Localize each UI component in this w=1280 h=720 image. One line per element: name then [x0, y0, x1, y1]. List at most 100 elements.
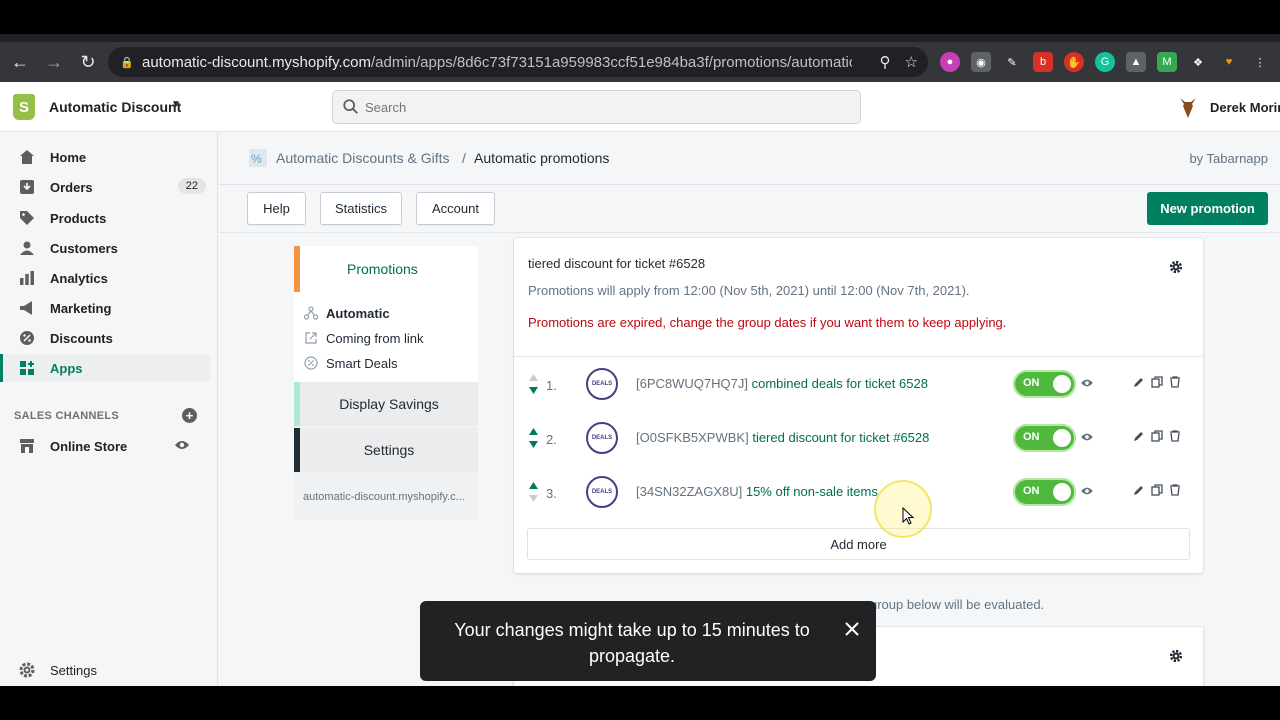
user-name[interactable]: Derek Morin	[1210, 100, 1280, 115]
breadcrumb-app-link[interactable]: Automatic Discounts & Gifts	[276, 150, 450, 166]
active-toggle[interactable]: ON	[1013, 370, 1076, 398]
sidebar-item-customers[interactable]: Customers	[0, 234, 210, 262]
search-input[interactable]	[365, 91, 845, 123]
sidebar-item-apps[interactable]: Apps	[0, 354, 210, 382]
shield-extension-icon[interactable]: ▲	[1126, 52, 1146, 72]
apps-icon	[18, 359, 36, 377]
preview-eye-icon[interactable]	[1080, 378, 1094, 388]
mouse-cursor-icon	[902, 507, 914, 525]
bookmark-star-icon[interactable]: ☆	[905, 53, 918, 71]
tab-settings[interactable]: Settings	[294, 428, 478, 472]
extensions-bar: ● ◉ ✎ b ✋ G ▲ M ❖ ♥ ⋮	[940, 52, 1270, 72]
forward-icon[interactable]: →	[40, 48, 68, 76]
b-extension-icon[interactable]: b	[1033, 52, 1053, 72]
sidebar-item-products[interactable]: Products	[0, 204, 210, 232]
search-box[interactable]	[332, 90, 861, 124]
sidebar-item-label: Discounts	[50, 330, 113, 346]
reload-icon[interactable]: ↻	[74, 48, 102, 76]
duplicate-icon[interactable]	[1151, 484, 1163, 496]
edit-pencil-icon[interactable]	[1133, 376, 1145, 388]
pen-extension-icon[interactable]: ✎	[1002, 52, 1022, 72]
sidebar-item-online-store[interactable]: Online Store	[0, 432, 210, 460]
automatic-icon	[304, 306, 318, 320]
sidebar-item-home[interactable]: Home	[0, 143, 210, 171]
eye-icon[interactable]	[174, 439, 190, 451]
browser-toolbar: ← → ↻ 🔒 automatic-discount.myshopify.com…	[0, 42, 1280, 82]
submenu-coming-from-link[interactable]: Coming from link	[304, 329, 424, 347]
reorder-arrows-icon[interactable]	[528, 427, 539, 449]
add-channel-icon[interactable]: +	[182, 408, 197, 423]
lock-icon: 🔒	[120, 57, 134, 69]
shopify-admin: S Automatic Discount ▼ Derek Morin Home …	[0, 82, 1280, 686]
address-bar[interactable]: 🔒 automatic-discount.myshopify.com/admin…	[108, 47, 928, 77]
statistics-button[interactable]: Statistics	[320, 192, 402, 225]
divider	[218, 232, 1280, 233]
delete-trash-icon[interactable]	[1169, 376, 1181, 388]
promotion-link[interactable]: [34SN32ZAGX8U] 15% off non-sale items	[636, 484, 878, 499]
gear-icon[interactable]	[1169, 649, 1183, 663]
delete-trash-icon[interactable]	[1169, 484, 1181, 496]
edit-pencil-icon[interactable]	[1133, 430, 1145, 442]
sidebar-item-orders[interactable]: Orders 22	[0, 173, 210, 201]
preview-eye-icon[interactable]	[1080, 486, 1094, 496]
submenu-automatic[interactable]: Automatic	[304, 304, 390, 322]
active-toggle[interactable]: ON	[1013, 478, 1076, 506]
grammarly-icon[interactable]: G	[1095, 52, 1115, 72]
new-promotion-button[interactable]: New promotion	[1147, 192, 1268, 225]
sidebar-item-label: Orders	[50, 179, 93, 195]
url-text[interactable]: automatic-discount.myshopify.com/admin/a…	[142, 54, 852, 71]
deals-logo: DEALS	[586, 422, 618, 454]
duplicate-icon[interactable]	[1151, 376, 1163, 388]
avatar[interactable]	[1174, 94, 1202, 122]
active-toggle[interactable]: ON	[1013, 424, 1076, 452]
url-path: /admin/apps/8d6c73f73151a959983ccf51e984…	[370, 53, 852, 71]
delete-trash-icon[interactable]	[1169, 430, 1181, 442]
app-logo-icon: %	[249, 149, 267, 167]
tab-display-savings-label: Display Savings	[339, 396, 439, 412]
orders-icon	[18, 178, 36, 196]
expired-warning: Promotions are expired, change the group…	[528, 315, 1007, 330]
sidebar-item-settings[interactable]: Settings	[0, 656, 210, 684]
tab-promotions[interactable]: Promotions	[294, 246, 478, 292]
camera-extension-icon[interactable]: ◉	[971, 52, 991, 72]
toggle-label: ON	[1023, 431, 1040, 443]
sidebar-item-marketing[interactable]: Marketing	[0, 294, 210, 322]
submenu-coming-from-link-label: Coming from link	[326, 330, 424, 346]
m-extension-icon[interactable]: M	[1157, 52, 1177, 72]
duplicate-icon[interactable]	[1151, 430, 1163, 442]
promotion-name: combined deals for ticket 6528	[751, 376, 928, 391]
sidebar-item-discounts[interactable]: Discounts	[0, 324, 210, 352]
promotion-link[interactable]: [6PC8WUQ7HQ7J] combined deals for ticket…	[636, 376, 928, 391]
help-button[interactable]: Help	[247, 192, 306, 225]
edit-pencil-icon[interactable]	[1133, 484, 1145, 496]
shopify-logo-icon[interactable]: S	[13, 94, 35, 120]
promotion-link[interactable]: [O0SFKB5XPWBK] tiered discount for ticke…	[636, 430, 929, 445]
preview-eye-icon[interactable]	[1080, 432, 1094, 442]
puzzle-extensions-icon[interactable]: ❖	[1188, 52, 1208, 72]
promotion-code: [34SN32ZAGX8U]	[636, 484, 743, 499]
evaluation-note: group below will be evaluated.	[870, 597, 1045, 612]
submenu-smart-deals[interactable]: Smart Deals	[304, 354, 398, 372]
add-more-button[interactable]: Add more	[527, 528, 1190, 560]
close-icon[interactable]	[842, 619, 862, 639]
back-icon[interactable]: ←	[6, 48, 34, 76]
store-name[interactable]: Automatic Discount	[49, 99, 181, 115]
sidebar: Home Orders 22 Products Customers Analyt…	[0, 132, 218, 686]
reorder-arrows-icon[interactable]	[528, 481, 539, 503]
sidebar-item-analytics[interactable]: Analytics	[0, 264, 210, 292]
browser-menu-icon[interactable]: ⋮	[1250, 52, 1270, 72]
hand-extension-icon[interactable]: ✋	[1064, 52, 1084, 72]
caret-down-icon[interactable]: ▼	[171, 99, 181, 110]
tab-display-savings[interactable]: Display Savings	[294, 382, 478, 426]
toast-notification: Your changes might take up to 15 minutes…	[420, 601, 876, 681]
gear-icon[interactable]	[1169, 260, 1183, 274]
profile-extension-icon[interactable]: ♥	[1219, 52, 1239, 72]
megaphone-icon	[18, 299, 36, 317]
zoom-icon[interactable]: ⚲	[880, 53, 891, 71]
extension-pink-icon[interactable]: ●	[940, 52, 960, 72]
developer-byline[interactable]: by Tabarnapp	[1189, 151, 1268, 166]
account-button[interactable]: Account	[416, 192, 495, 225]
reorder-arrows-icon[interactable]	[528, 373, 539, 395]
toggle-knob	[1053, 375, 1071, 393]
tab-settings-label: Settings	[363, 442, 415, 458]
